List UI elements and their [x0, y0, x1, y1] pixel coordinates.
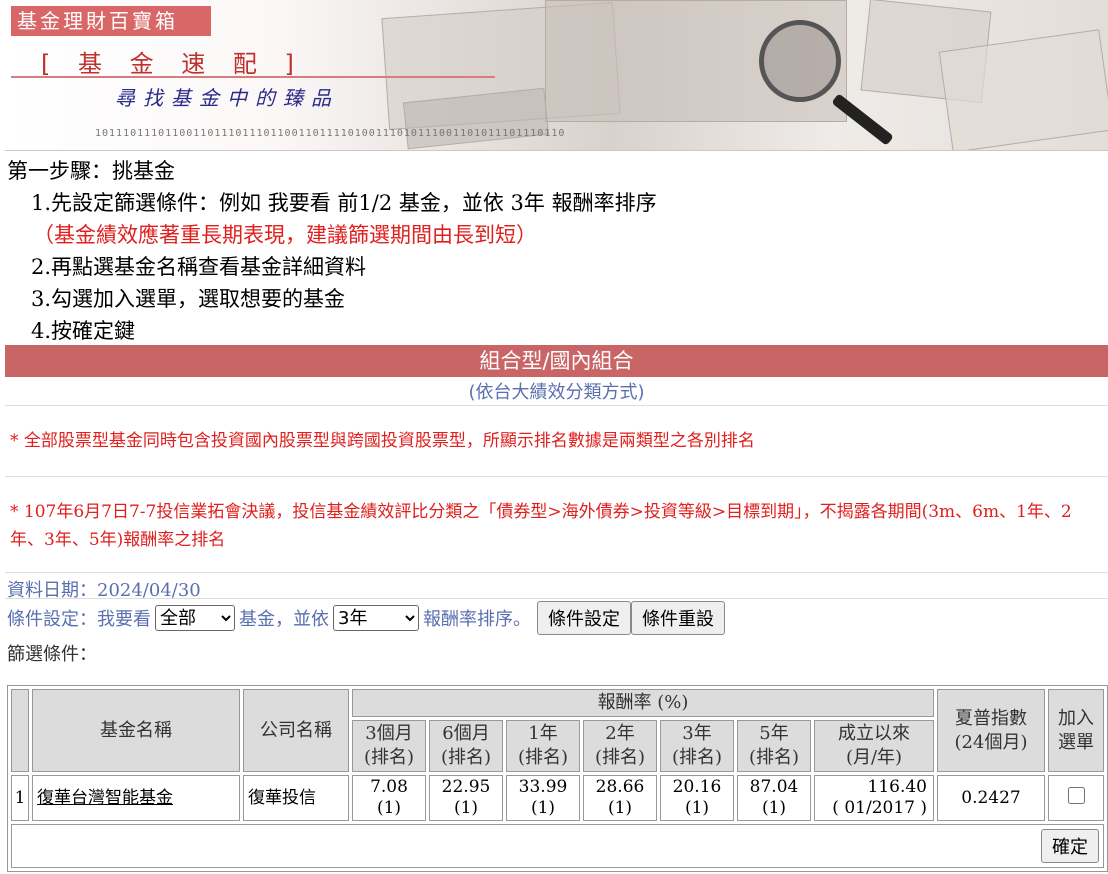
company-cell: 復華投信 [243, 775, 349, 821]
sharpe-header: 夏普指數 (24個月) [937, 689, 1045, 772]
divider [5, 598, 1108, 599]
divider [5, 476, 1108, 477]
return-3y-cell: 20.16 (1) [660, 775, 734, 821]
step-4: 4.按確定鍵 [31, 319, 136, 343]
table-row: 1 復華台灣智能基金 復華投信 7.08 (1) 22.95 (1) 33.99 (1… [11, 775, 1104, 821]
banner-title: [ 基 金 速 配 ] [41, 50, 304, 78]
scope-select[interactable]: 全部 [155, 605, 235, 631]
return-3m-cell: 7.08 (1) [352, 775, 426, 821]
period-header-inception: 成立以來 (月/年) [814, 720, 934, 772]
category-title: 組合型/國內組合 [5, 345, 1108, 377]
note-bond: * 107年6月7日7-7投信業拓會決議，投信基金績效評比分類之「債券型>海外債… [10, 502, 1072, 550]
period-header-3m: 3個月 (排名) [352, 720, 426, 772]
fund-name-header: 基金名稱 [32, 689, 240, 772]
return-inception-cell: 116.40( 01/2017 ) [814, 775, 934, 821]
period-header-3y: 3年 (排名) [660, 720, 734, 772]
return-group-header: 報酬率 (%) [352, 689, 934, 717]
footer-cell: 確定 [11, 824, 1104, 868]
fund-name-cell: 復華台灣智能基金 [32, 775, 240, 821]
step-3: 3.勾選加入選單，選取想要的基金 [31, 287, 346, 311]
banner-subtitle: 尋找基金中的臻品 [115, 86, 339, 110]
return-2y-cell: 28.66 (1) [583, 775, 657, 821]
instructions: 第一步驟：挑基金 1.先設定篩選條件：例如 我要看 前1/2 基金，並依 3年 … [7, 155, 657, 347]
period-header-6m: 6個月 (排名) [429, 720, 503, 772]
divider [5, 405, 1108, 406]
return-6m-cell: 22.95 (1) [429, 775, 503, 821]
banner-divider [11, 76, 495, 78]
period-select[interactable]: 3年 [333, 605, 419, 631]
confirm-button[interactable]: 確定 [1041, 829, 1099, 863]
note-equity: * 全部股票型基金同時包含投資國內股票型與跨國投資股票型，所顯示排名數據是兩類型… [10, 431, 755, 451]
company-header: 公司名稱 [243, 689, 349, 772]
index-header [11, 689, 29, 772]
return-5y-cell: 87.04 (1) [737, 775, 811, 821]
fund-table: 基金名稱 公司名稱 報酬率 (%) 夏普指數 (24個月) 加入 選單 3個月 (排名… [7, 685, 1108, 872]
add-header: 加入 選單 [1048, 689, 1104, 772]
digit-strip: 1011101110110011011101110110011011110100… [95, 128, 566, 139]
reset-condition-button[interactable]: 條件重設 [631, 601, 725, 635]
step-warning: （基金績效應著重長期表現，建議篩選期間由長到短） [33, 223, 537, 247]
step-1: 1.先設定篩選條件：例如 我要看 前1/2 基金，並依 3年 報酬率排序 [31, 191, 657, 215]
set-condition-button[interactable]: 條件設定 [537, 601, 631, 635]
return-1y-cell: 33.99 (1) [506, 775, 580, 821]
condition-mid: 基金，並依 [239, 609, 329, 630]
period-header-2y: 2年 (排名) [583, 720, 657, 772]
filter-label: 篩選條件： [7, 644, 97, 665]
condition-bar: 條件設定：我要看 全部 基金，並依 3年 報酬率排序。 條件設定 條件重設 [7, 601, 725, 635]
add-to-list-checkbox[interactable] [1067, 786, 1085, 804]
condition-tail: 報酬率排序。 [423, 609, 531, 630]
divider [5, 572, 1108, 573]
period-header-1y: 1年 (排名) [506, 720, 580, 772]
header-banner: 基金理財百寶箱 [ 基 金 速 配 ] 尋找基金中的臻品 10111011101… [5, 0, 1108, 151]
fund-name-link[interactable]: 復華台灣智能基金 [37, 788, 173, 808]
add-cell [1048, 775, 1104, 821]
category-subtitle: (依台大績效分類方式) [468, 382, 645, 403]
step-heading: 第一步驟：挑基金 [7, 159, 175, 183]
table-footer: 確定 [11, 824, 1104, 868]
period-header-5y: 5年 (排名) [737, 720, 811, 772]
brand-label: 基金理財百寶箱 [11, 6, 211, 36]
row-index: 1 [11, 775, 29, 821]
sharpe-cell: 0.2427 [937, 775, 1045, 821]
magnifier-icon [759, 20, 841, 102]
condition-label: 條件設定：我要看 [7, 609, 151, 630]
step-2: 2.再點選基金名稱查看基金詳細資料 [31, 255, 367, 279]
